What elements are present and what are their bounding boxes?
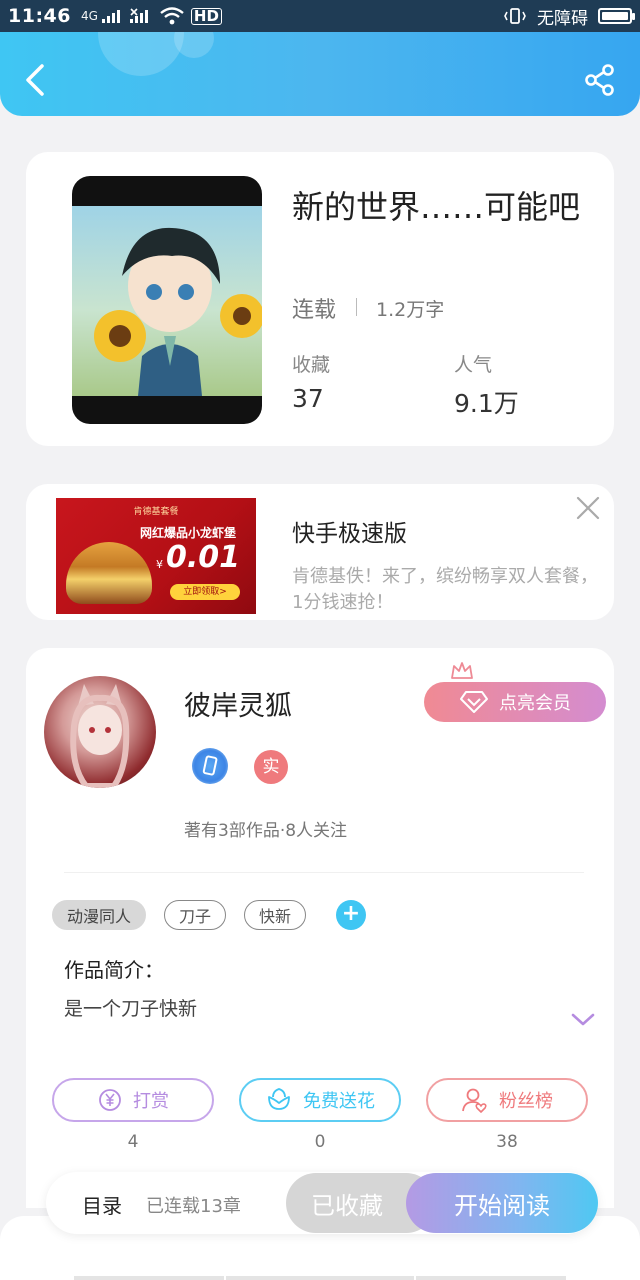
fan-rank-button[interactable]: 粉丝榜 xyxy=(426,1078,588,1122)
divider xyxy=(416,1276,566,1280)
reward-label: 打赏 xyxy=(133,1091,169,1112)
status-time: 11:46 xyxy=(8,5,71,27)
divider xyxy=(64,872,584,873)
cover-artwork xyxy=(72,206,262,396)
popularity-label: 人气 xyxy=(454,354,493,376)
reward-button[interactable]: 打赏 xyxy=(52,1078,214,1122)
phone-icon xyxy=(202,755,218,776)
intro-text: 是一个刀子快新 xyxy=(64,998,198,1020)
avatar[interactable] xyxy=(44,676,156,788)
tag-chip[interactable]: 动漫同人 xyxy=(52,900,146,930)
tag-chip[interactable]: 快新 xyxy=(244,900,306,930)
ad-description: 肯德基佚！来了，缤纷畅享双人套餐，1分钱速抢！ xyxy=(292,566,598,613)
share-button[interactable] xyxy=(582,62,618,98)
signal-no-service-icon xyxy=(129,8,148,23)
phone-verified-badge xyxy=(192,748,228,784)
vip-member-button[interactable]: 点亮会员 xyxy=(424,682,606,722)
crown-icon xyxy=(451,662,473,679)
book-info-card: 新的世界……可能吧 连载 1.2万字 收藏 37 人气 9.1万 xyxy=(26,152,614,446)
book-cover[interactable] xyxy=(72,176,262,424)
header: 11:46 4G HD 无障碍 xyxy=(0,0,640,116)
chapter-count: 已连载13章 xyxy=(146,1196,241,1217)
start-reading-button[interactable]: 开始阅读 xyxy=(406,1173,598,1233)
author-name[interactable]: 彼岸灵狐 xyxy=(184,684,292,723)
table-of-contents-button[interactable]: 目录 xyxy=(82,1190,122,1219)
back-button[interactable] xyxy=(18,60,54,100)
flower-count: 0 xyxy=(314,1132,326,1152)
free-flower-label: 免费送花 xyxy=(303,1091,375,1112)
cover-illustration xyxy=(94,227,262,396)
free-flower-button[interactable]: 免费送花 xyxy=(239,1078,401,1122)
add-tag-button[interactable]: + xyxy=(336,900,366,930)
ad-card[interactable]: 肯德基套餐 网红爆品小龙虾堡 ¥ 0.01 立即领取> 快手极速版 肯德基佚！来… xyxy=(26,484,614,620)
ad-banner-header: 肯德基套餐 xyxy=(133,507,179,517)
favorites-value: 37 xyxy=(292,384,324,413)
ad-banner-currency: ¥ xyxy=(156,558,163,571)
close-icon xyxy=(576,496,600,520)
accessibility-label: 无障碍 xyxy=(537,8,588,29)
favorites-label: 收藏 xyxy=(292,354,331,376)
ad-banner-cta: 立即领取> xyxy=(170,584,240,600)
book-title: 新的世界……可能吧 xyxy=(292,188,581,226)
author-card: 彼岸灵狐 实 著有3部作品·8人关注 点亮会员 动漫同人 刀子 快新 + 作品简… xyxy=(26,648,614,1208)
tag-chip[interactable]: 刀子 xyxy=(164,900,226,930)
flower-icon xyxy=(268,1088,290,1110)
burger-illustration xyxy=(66,542,152,604)
fan-rank-label: 粉丝榜 xyxy=(499,1091,553,1112)
diamond-icon xyxy=(460,691,488,713)
ad-banner-slogan: 网红爆品小龙虾堡 xyxy=(140,526,237,540)
intro-label: 作品简介： xyxy=(64,958,164,982)
status-divider xyxy=(356,298,357,316)
ad-close-button[interactable] xyxy=(574,494,602,522)
share-icon xyxy=(585,64,614,96)
book-word-count: 1.2万字 xyxy=(376,299,445,321)
popularity-value: 9.1万 xyxy=(454,389,519,418)
fan-user-icon xyxy=(462,1088,487,1113)
chevron-down-icon xyxy=(571,1013,595,1026)
bottom-action-bar: 目录 已连载13章 已收藏 开始阅读 xyxy=(46,1172,598,1234)
start-reading-label: 开始阅读 xyxy=(454,1191,550,1220)
vip-button-label: 点亮会员 xyxy=(499,693,571,714)
avatar-illustration xyxy=(70,684,130,788)
fan-count: 38 xyxy=(496,1132,518,1152)
reward-count: 4 xyxy=(127,1132,139,1152)
vibrate-icon xyxy=(504,8,526,24)
yen-circle-icon xyxy=(99,1089,121,1111)
author-meta: 著有3部作品·8人关注 xyxy=(184,821,348,841)
network-label: HD xyxy=(190,7,222,25)
battery-icon xyxy=(598,8,635,24)
status-bar: 11:46 4G HD 无障碍 xyxy=(0,0,640,32)
ad-banner-image[interactable]: 肯德基套餐 网红爆品小龙虾堡 ¥ 0.01 立即领取> xyxy=(56,498,256,614)
real-name-badge: 实 xyxy=(254,750,288,784)
book-status: 连载 xyxy=(292,298,337,323)
expand-intro-button[interactable] xyxy=(570,1010,596,1028)
divider xyxy=(226,1276,414,1280)
collected-label: 已收藏 xyxy=(311,1191,383,1220)
chevron-left-icon xyxy=(26,64,44,96)
ad-title: 快手极速版 xyxy=(292,521,407,547)
signal-bars-icon xyxy=(101,10,120,23)
ad-banner-price: 0.01 xyxy=(166,540,241,575)
divider xyxy=(74,1276,224,1280)
wifi-icon xyxy=(160,7,184,25)
signal-label: 4G xyxy=(80,9,98,23)
